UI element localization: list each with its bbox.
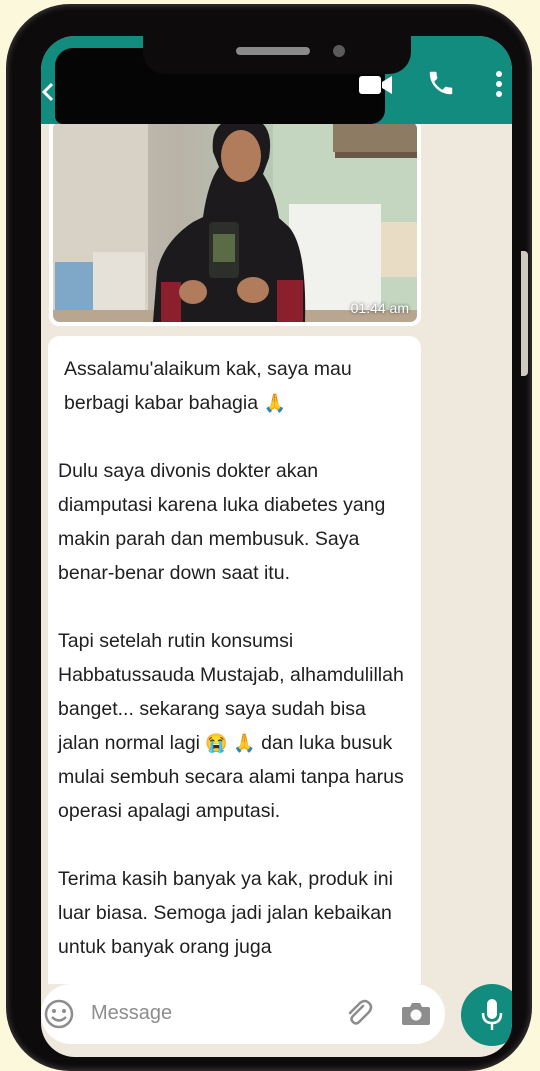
phone-screen: 01:44 am Assalamu'alaikum kak, saya mau … <box>41 36 512 1057</box>
message-paragraph: Dulu saya divonis dokter akan diamputasi… <box>58 454 411 590</box>
testimonial-photo[interactable]: 01:44 am <box>53 124 417 322</box>
speaker-grille <box>236 47 310 55</box>
video-call-icon[interactable] <box>359 74 393 96</box>
camera-icon[interactable] <box>401 1000 431 1026</box>
message-paragraph: Terima kasih banyak ya kak, produk ini l… <box>58 862 411 964</box>
image-message-bubble[interactable]: 01:44 am <box>49 124 421 326</box>
message-paragraph: Tapi setelah rutin konsumsi Habbatussaud… <box>58 624 411 828</box>
chat-area: 01:44 am Assalamu'alaikum kak, saya mau … <box>41 124 512 984</box>
phone-frame: 01:44 am Assalamu'alaikum kak, saya mau … <box>8 6 530 1069</box>
message-input-bar[interactable]: Message <box>41 984 445 1044</box>
voice-message-button[interactable] <box>461 984 512 1046</box>
attach-icon[interactable] <box>343 998 373 1028</box>
microphone-icon <box>481 999 503 1030</box>
message-input[interactable]: Message <box>91 1002 172 1025</box>
text-message-bubble[interactable]: Assalamu'alaikum kak, saya mau berbagi k… <box>48 336 421 984</box>
front-camera <box>333 45 345 57</box>
message-timestamp: 01:44 am <box>350 300 409 316</box>
paragraph-text: Assalamu'alaikum kak, saya mau berbagi k… <box>64 358 352 414</box>
voice-call-icon[interactable] <box>426 68 456 98</box>
phone-side-button <box>521 251 528 376</box>
more-options-icon[interactable] <box>495 71 503 97</box>
praying-hands-emoji: 🙏 <box>263 393 286 413</box>
paragraph-text: Dulu saya divonis dokter akan diamputasi… <box>58 460 386 584</box>
message-paragraph: Assalamu'alaikum kak, saya mau berbagi k… <box>58 352 411 420</box>
emoji-icon[interactable] <box>43 998 75 1030</box>
back-arrow-icon[interactable] <box>41 82 53 102</box>
praying-hands-emoji: 🙏 <box>233 733 256 753</box>
crying-face-emoji: 😭 <box>205 733 228 753</box>
paragraph-text: Terima kasih banyak ya kak, produk ini l… <box>58 868 393 958</box>
phone-notch <box>143 36 411 74</box>
